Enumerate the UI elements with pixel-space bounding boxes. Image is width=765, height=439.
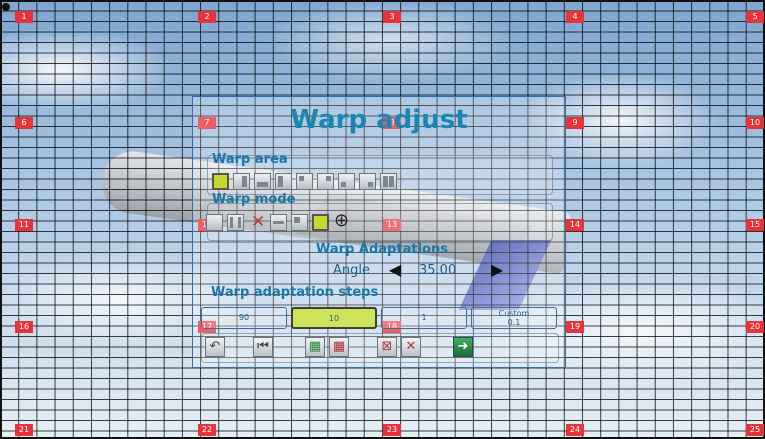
step-button-1[interactable]: 1	[381, 307, 467, 329]
zone-badge[interactable]: 23	[383, 424, 401, 436]
warp-area-button-5[interactable]	[296, 173, 313, 190]
zone-badge[interactable]: 4	[566, 11, 584, 23]
close-icon[interactable]: ✕	[251, 213, 265, 231]
angle-decrease-arrow-icon[interactable]: ◀	[389, 262, 401, 278]
warp-area-button-9[interactable]	[380, 173, 397, 190]
grid-add-icon[interactable]: ▦	[305, 337, 325, 357]
warp-area-button-3[interactable]	[254, 173, 271, 190]
zone-badge[interactable]: 9	[566, 117, 584, 129]
zone-badge[interactable]: 15	[746, 219, 764, 231]
warp-area-button-full[interactable]	[212, 173, 229, 190]
grid-reset-icon[interactable]: ⊠	[377, 337, 397, 357]
step-button-90[interactable]: 90	[201, 307, 287, 329]
steps-label: Warp adaptation steps	[211, 285, 379, 300]
tiles-icon[interactable]	[291, 214, 308, 231]
grid-remove-icon[interactable]: ▦	[329, 337, 349, 357]
zone-badge[interactable]: 6	[15, 117, 33, 129]
square-icon[interactable]	[312, 214, 329, 231]
warp-mode-label: Warp mode	[212, 192, 296, 207]
zone-badge[interactable]: 20	[746, 321, 764, 333]
zone-badge[interactable]: 5	[746, 11, 764, 23]
step-button-10[interactable]: 10	[291, 307, 377, 329]
warp-area-button-8[interactable]	[359, 173, 376, 190]
save-exit-icon[interactable]: ➜	[453, 337, 473, 357]
angle-value: 35.00	[419, 263, 457, 278]
background-screen: 1 2 3 4 5 6 7 8 9 10 11 12 13 14 15 16 1…	[0, 0, 765, 439]
zone-badge[interactable]: 11	[15, 219, 33, 231]
zone-badge[interactable]: 10	[746, 117, 764, 129]
warp-area-button-6[interactable]	[317, 173, 334, 190]
bars-icon[interactable]	[227, 214, 244, 231]
warp-adaptations-label: Warp Adaptations	[316, 242, 448, 257]
custom-step-value: 0.1	[507, 318, 521, 327]
warp-area-section: Warp area	[207, 152, 553, 195]
warp-mode-icon[interactable]	[206, 214, 223, 231]
angle-increase-arrow-icon[interactable]: ▶	[491, 262, 503, 278]
zone-badge[interactable]: 25	[746, 424, 764, 436]
warp-area-button-4[interactable]	[275, 173, 292, 190]
zone-badge[interactable]: 22	[198, 424, 216, 436]
skip-back-icon[interactable]: ⏮	[253, 337, 273, 357]
zone-badge[interactable]: 2	[198, 11, 216, 23]
zone-badge[interactable]: 3	[383, 11, 401, 23]
warp-adjust-dialog: Warp adjust Warp area Warp mode ✕ ⊕ Warp	[192, 96, 566, 368]
zone-badge[interactable]: 1	[15, 11, 33, 23]
step-button-custom[interactable]: Custom 0.1	[471, 307, 557, 329]
warp-mode-section: Warp mode ✕ ⊕	[206, 192, 553, 241]
warp-area-button-7[interactable]	[338, 173, 355, 190]
grid-clear-icon[interactable]: ✕	[401, 337, 421, 357]
undo-icon[interactable]: ↶	[205, 337, 225, 357]
angle-label: Angle	[333, 263, 370, 278]
corner-handle[interactable]	[2, 3, 10, 11]
crosshair-icon[interactable]: ⊕	[334, 212, 349, 230]
zone-badge[interactable]: 21	[15, 424, 33, 436]
zone-badge[interactable]: 24	[566, 424, 584, 436]
zone-badge[interactable]: 19	[566, 321, 584, 333]
warp-area-button-2[interactable]	[233, 173, 250, 190]
custom-step-label: Custom	[498, 309, 530, 318]
zone-badge[interactable]: 16	[15, 321, 33, 333]
warp-area-label: Warp area	[212, 152, 288, 167]
zone-badge[interactable]: 14	[566, 219, 584, 231]
grid-icon[interactable]	[270, 214, 287, 231]
dialog-title: Warp adjust	[290, 105, 468, 135]
